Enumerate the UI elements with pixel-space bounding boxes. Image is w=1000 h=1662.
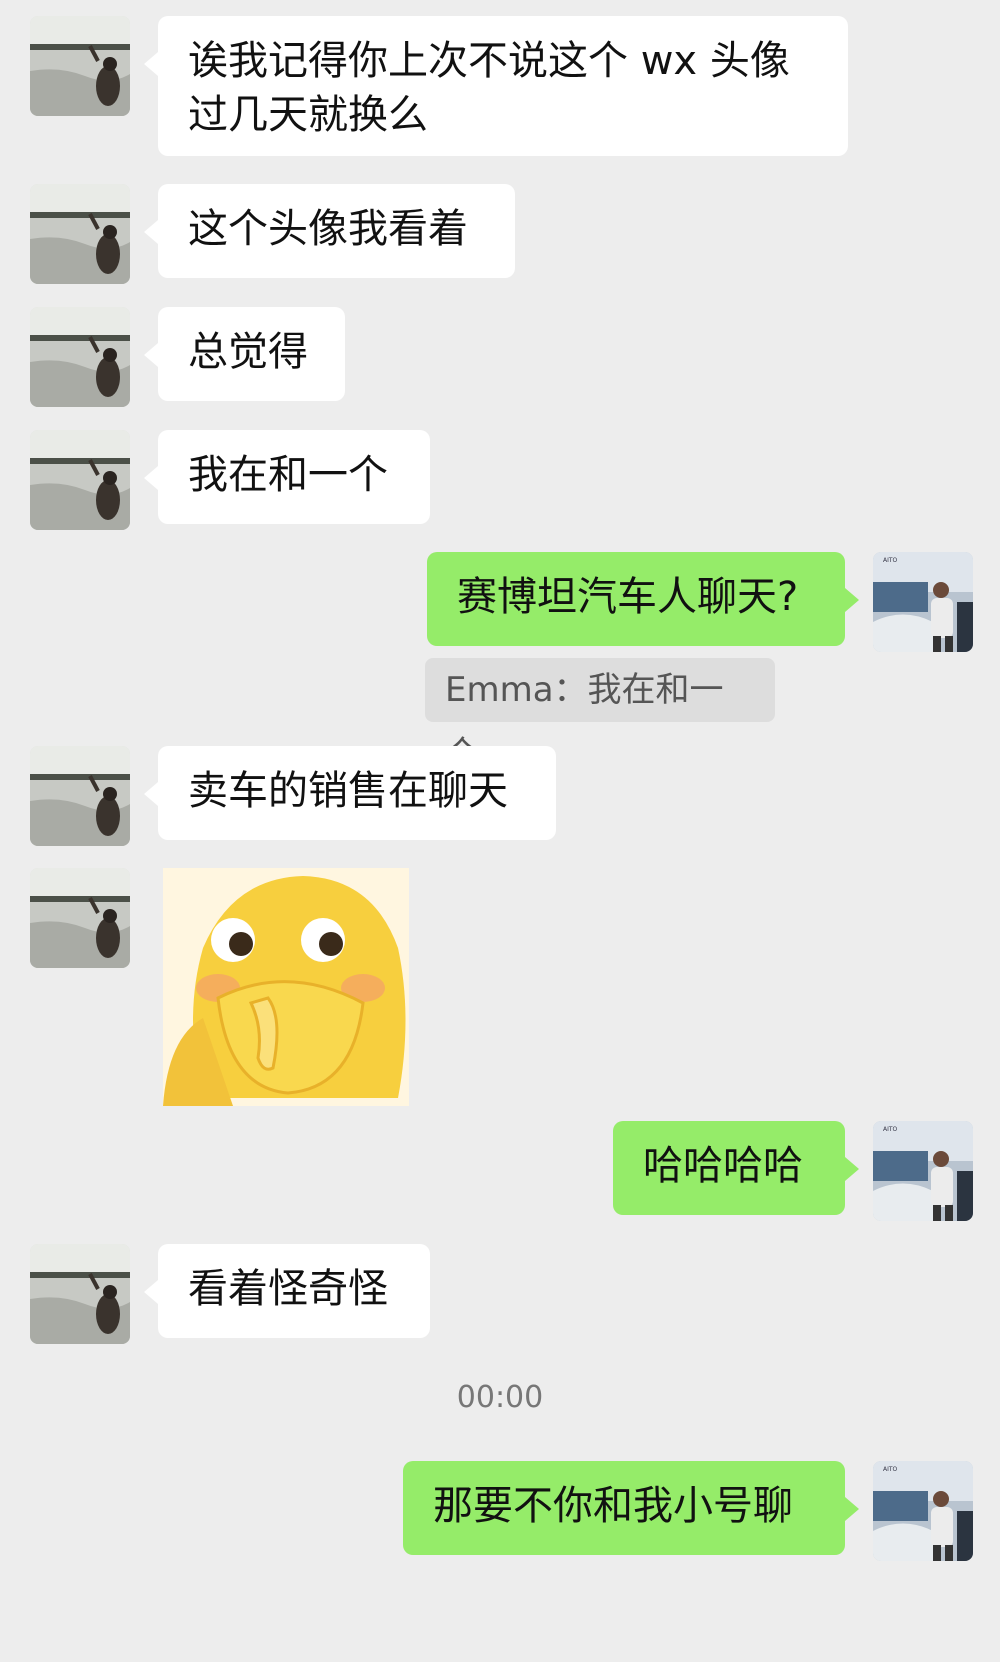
message-bubble-outgoing[interactable]: 赛博坦汽车人聊天? bbox=[427, 552, 859, 646]
message-bubble-incoming[interactable]: 总觉得 bbox=[144, 307, 345, 401]
message-bubble-incoming[interactable]: 卖车的销售在聊天 bbox=[144, 746, 556, 840]
quoted-reply[interactable]: Emma：我在和一个 bbox=[425, 658, 775, 774]
message-bubble-outgoing[interactable]: 哈哈哈哈 bbox=[613, 1121, 859, 1215]
friend-avatar[interactable] bbox=[30, 430, 130, 530]
self-avatar[interactable] bbox=[873, 552, 973, 652]
self-avatar[interactable] bbox=[873, 1121, 973, 1221]
friend-avatar[interactable] bbox=[30, 16, 130, 116]
chat-timestamp: 00:00 bbox=[456, 1380, 544, 1415]
yellow-duck-sticker[interactable] bbox=[163, 868, 409, 1106]
friend-avatar[interactable] bbox=[30, 184, 130, 284]
self-avatar[interactable] bbox=[873, 1461, 973, 1561]
friend-avatar[interactable] bbox=[30, 746, 130, 846]
message-bubble-incoming[interactable]: 我在和一个 bbox=[144, 430, 430, 524]
friend-avatar[interactable] bbox=[30, 1244, 130, 1344]
friend-avatar[interactable] bbox=[30, 307, 130, 407]
friend-avatar[interactable] bbox=[30, 868, 130, 968]
message-bubble-incoming[interactable]: 看着怪奇怪 bbox=[144, 1244, 430, 1338]
message-bubble-incoming[interactable]: 诶我记得你上次不说这个 wx 头像 过几天就换么 bbox=[144, 16, 848, 156]
message-bubble-outgoing[interactable]: 那要不你和我小号聊 bbox=[403, 1461, 859, 1555]
message-bubble-incoming[interactable]: 这个头像我看着 bbox=[144, 184, 515, 278]
